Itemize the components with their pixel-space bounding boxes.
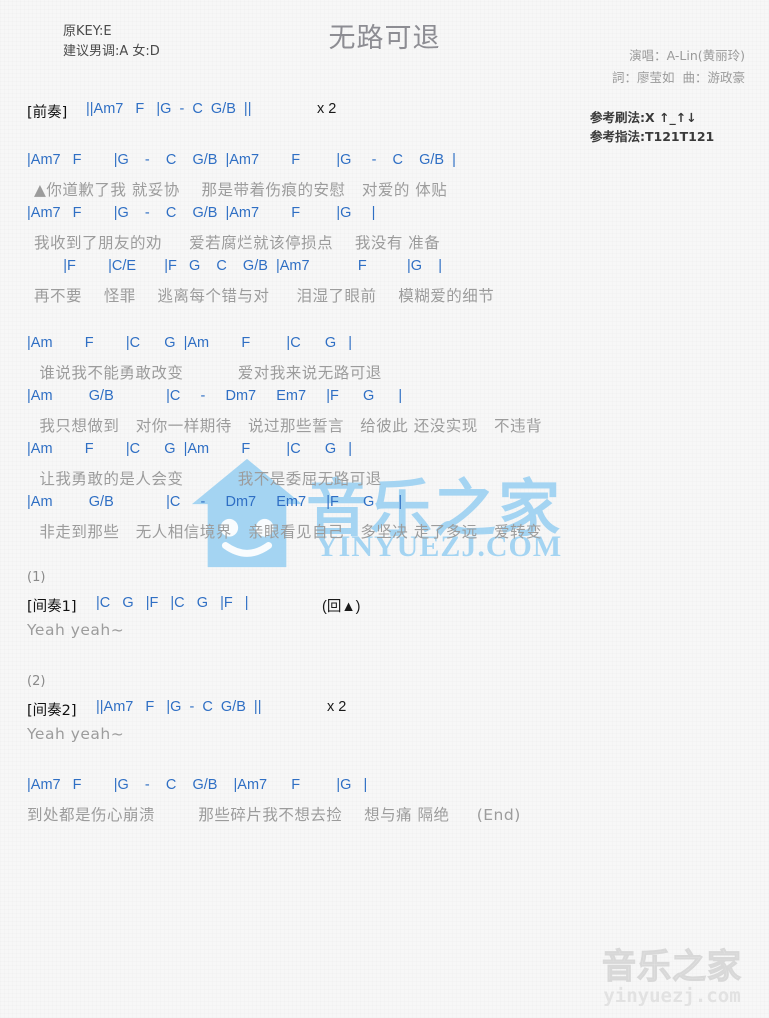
singer-credit: 演唱：A-Lin(黄丽玲): [629, 48, 745, 63]
strum-pattern-label: 参考刷法:X ↑_↑↓: [590, 110, 697, 125]
intro-repeat-count: x 2: [317, 101, 337, 117]
verse-chord-line: |Am7 F |G - C G/B |Am7 F |G |: [27, 205, 376, 221]
ending-chord-line: |Am7 F |G - C G/B |Am7 F |G |: [27, 777, 368, 793]
interlude2-chord-line: ||Am7 F |G - C G/B ||: [96, 699, 262, 715]
chorus-chord-line: |Am F |C G |Am F |C G |: [27, 335, 352, 351]
chord-sheet-page: 音乐之家 YINYUEZJ.COM 音乐之家 yinyuezj.com 原KEY…: [0, 0, 769, 1018]
interlude2-marker: (2): [27, 674, 46, 689]
verse-chord-line: |Am7 F |G - C G/B |Am7 F |G - C G/B |: [27, 152, 456, 168]
chorus-lyric-line: 让我勇敢的是人会变 我不是委屈无路可退: [34, 470, 382, 488]
interlude1-return-note: (回▲): [322, 599, 361, 615]
interlude1-chord-line: |C G |F |C G |F |: [96, 595, 249, 611]
chorus-lyric-line: 非走到那些 无人相信境界 亲眼看见自己 多坚决 走了多远 爱转变: [34, 523, 542, 541]
intro-chord-line: ||Am7 F |G - C G/B ||: [86, 101, 252, 117]
interlude2-repeat-count: x 2: [327, 699, 347, 715]
writer-credit: 詞：廖莹如 曲：游政豪: [612, 70, 745, 85]
chorus-chord-line: |Am G/B |C - Dm7 Em7 |F G |: [27, 388, 403, 404]
interlude2-lyric-line: Yeah yeah~: [27, 725, 125, 743]
finger-pattern-label: 参考指法:T121T121: [590, 129, 715, 144]
chorus-chord-line: |Am F |C G |Am F |C G |: [27, 441, 352, 457]
chorus-lyric-line: 谁说我不能勇敢改变 爱对我来说无路可退: [34, 364, 382, 382]
section-label-interlude1: [间奏1]: [27, 599, 77, 615]
verse-lyric-line: 再不要 怪罪 逃离每个错与对 泪湿了眼前 模糊爱的细节: [34, 287, 495, 305]
verse-lyric-line: 我收到了朋友的劝 爱若腐烂就该停损点 我没有 准备: [34, 234, 441, 252]
interlude1-marker: (1): [27, 570, 46, 585]
verse-chord-line: |F |C/E |F G C G/B |Am7 F |G |: [27, 258, 442, 274]
section-label-intro: [前奏]: [27, 105, 68, 121]
verse-lyric-line: ▲你道歉了我 就妥协 那是带着伤痕的安慰 对爱的 体贴: [34, 181, 448, 199]
ending-lyric-line: 到处都是伤心崩溃 那些碎片我不想去捡 想与痛 隔绝 (End): [27, 806, 521, 824]
interlude1-lyric-line: Yeah yeah~: [27, 621, 125, 639]
chorus-chord-line: |Am G/B |C - Dm7 Em7 |F G |: [27, 494, 403, 510]
chorus-lyric-line: 我只想做到 对你一样期待 说过那些誓言 给彼此 还没实现 不违背: [34, 417, 542, 435]
section-label-interlude2: [间奏2]: [27, 703, 77, 719]
